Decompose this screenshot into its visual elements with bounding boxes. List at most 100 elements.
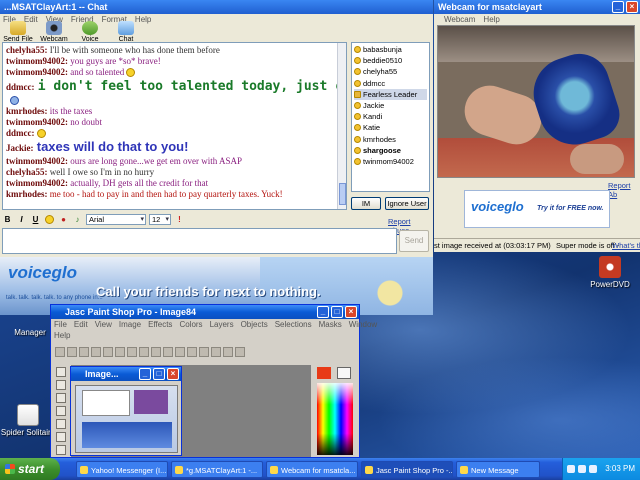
buzz-icon[interactable]: ! xyxy=(174,214,185,225)
send-file-button[interactable]: Send File xyxy=(3,21,33,43)
foreground-color-swatch[interactable] xyxy=(317,367,331,379)
task-new-message[interactable]: New Message xyxy=(456,460,540,478)
chat-scrollbar[interactable] xyxy=(337,43,346,209)
menu-help[interactable]: Help xyxy=(483,14,499,25)
whats-this-link[interactable]: What's th xyxy=(612,241,640,250)
webcam-title: Webcam for msatclayart xyxy=(438,2,542,12)
user-list-item[interactable]: Jackie xyxy=(354,100,427,111)
ignore-user-button[interactable]: Ignore User xyxy=(385,197,429,210)
menu-help[interactable]: Help xyxy=(54,330,70,341)
background-color-swatch[interactable] xyxy=(337,367,351,379)
image84-canvas[interactable] xyxy=(75,385,178,453)
paste-icon[interactable] xyxy=(151,347,161,357)
user-list-item[interactable]: Katie xyxy=(354,122,427,133)
send-button[interactable]: Send xyxy=(399,230,429,252)
user-list-item[interactable]: beddie0510 xyxy=(354,55,427,66)
clock[interactable]: 3:03 PM xyxy=(605,464,635,473)
psp-titlebar[interactable]: Jasc Paint Shop Pro - Image84 _ □ × xyxy=(51,305,359,319)
voice-button[interactable]: Voice xyxy=(75,21,105,43)
user-list-item[interactable]: Kandi xyxy=(354,111,427,122)
minimize-button[interactable]: _ xyxy=(612,1,624,13)
desktop-icon-powerdvd[interactable]: PowerDVD xyxy=(580,256,640,289)
mover-tool-icon[interactable] xyxy=(56,419,66,429)
size-select[interactable]: 12 xyxy=(149,213,171,225)
tray-icon-network[interactable] xyxy=(589,465,597,473)
menu-file[interactable]: File xyxy=(54,319,67,330)
webcam-button[interactable]: Webcam xyxy=(39,21,69,43)
audible-icon[interactable]: ♪ xyxy=(72,214,83,225)
maximize-button[interactable]: □ xyxy=(153,368,165,380)
undo-icon[interactable] xyxy=(115,347,125,357)
color-icon[interactable]: ● xyxy=(58,214,69,225)
menu-view[interactable]: View xyxy=(95,319,112,330)
user-list-item[interactable]: ddmcc xyxy=(354,78,427,89)
font-select[interactable]: Arial xyxy=(86,213,146,225)
scroll-thumb[interactable] xyxy=(339,183,346,205)
webcam-ad-banner[interactable]: voiceglo Try it for FREE now. xyxy=(464,190,610,228)
psp-color-palette[interactable] xyxy=(313,365,357,457)
screen-capture-icon[interactable] xyxy=(175,347,185,357)
menu-layers[interactable]: Layers xyxy=(210,319,234,330)
tray-icon-volume[interactable] xyxy=(578,465,586,473)
task-paint-shop-pro[interactable]: Jasc Paint Shop Pro -... xyxy=(361,460,453,478)
overview-icon[interactable] xyxy=(223,347,233,357)
emoticon-icon[interactable] xyxy=(44,214,55,225)
arrow-tool-icon[interactable] xyxy=(56,367,66,377)
webcam-titlebar[interactable]: Webcam for msatclayart _ × xyxy=(434,0,640,14)
new-icon[interactable] xyxy=(55,347,65,357)
menu-colors[interactable]: Colors xyxy=(179,319,202,330)
browse-icon[interactable] xyxy=(163,347,173,357)
start-button[interactable]: start xyxy=(0,458,60,480)
close-button[interactable]: × xyxy=(167,368,179,380)
histogram-icon[interactable] xyxy=(211,347,221,357)
open-icon[interactable] xyxy=(67,347,77,357)
im-button[interactable]: IM xyxy=(351,197,381,210)
chat-message-area[interactable]: chelyha55: I'll be with someone who has … xyxy=(2,42,347,210)
menu-selections[interactable]: Selections xyxy=(275,319,312,330)
close-button[interactable]: × xyxy=(626,1,638,13)
selection-tool-icon[interactable] xyxy=(56,432,66,442)
menu-image[interactable]: Image xyxy=(119,319,141,330)
print-icon[interactable] xyxy=(91,347,101,357)
chat-button[interactable]: Chat xyxy=(111,21,141,43)
user-list-item[interactable]: shargoose xyxy=(354,145,427,156)
tray-icon-messenger[interactable] xyxy=(567,465,575,473)
task-chat[interactable]: *g.MSATClayArt:1 -... xyxy=(171,460,263,478)
message-input[interactable] xyxy=(2,228,397,254)
color-palette-icon[interactable] xyxy=(187,347,197,357)
minimize-button[interactable]: _ xyxy=(317,306,329,318)
lasso-tool-icon[interactable] xyxy=(56,445,66,455)
cut-icon[interactable] xyxy=(103,347,113,357)
user-list-item[interactable]: babasbunja xyxy=(354,44,427,55)
save-icon[interactable] xyxy=(79,347,89,357)
close-button[interactable]: × xyxy=(345,306,357,318)
menu-effects[interactable]: Effects xyxy=(148,319,172,330)
layer-palette-icon[interactable] xyxy=(199,347,209,357)
maximize-button[interactable]: □ xyxy=(331,306,343,318)
crop-tool-icon[interactable] xyxy=(56,406,66,416)
task-yahoo-messenger[interactable]: Yahoo! Messenger (I... xyxy=(76,460,168,478)
underline-button[interactable]: U xyxy=(30,214,41,225)
menu-window[interactable]: Window xyxy=(349,319,377,330)
chat-titlebar[interactable]: ...MSATClayArt:1 -- Chat xyxy=(0,0,433,14)
redo-icon[interactable] xyxy=(127,347,137,357)
menu-masks[interactable]: Masks xyxy=(319,319,342,330)
bold-button[interactable]: B xyxy=(2,214,13,225)
user-list-item[interactable]: chelyha55 xyxy=(354,66,427,77)
user-list-item[interactable]: kmrhodes xyxy=(354,134,427,145)
copy-icon[interactable] xyxy=(139,347,149,357)
menu-webcam[interactable]: Webcam xyxy=(444,14,475,25)
user-list-item[interactable]: twinmom94002 xyxy=(354,156,427,167)
deform-tool-icon[interactable] xyxy=(56,393,66,403)
color-spectrum[interactable] xyxy=(317,383,353,455)
italic-button[interactable]: I xyxy=(16,214,27,225)
menu-edit[interactable]: Edit xyxy=(74,319,88,330)
zoom-tool-icon[interactable] xyxy=(56,380,66,390)
image84-titlebar[interactable]: Image... _ □ × xyxy=(71,367,181,381)
tool-options-icon[interactable] xyxy=(235,347,245,357)
webcam-report-abuse-link[interactable]: Report Ab xyxy=(608,181,640,199)
task-webcam[interactable]: Webcam for msatcla... xyxy=(266,460,358,478)
user-list-item-selected[interactable]: Fearless Leader xyxy=(354,88,427,101)
menu-objects[interactable]: Objects xyxy=(241,319,268,330)
minimize-button[interactable]: _ xyxy=(139,368,151,380)
